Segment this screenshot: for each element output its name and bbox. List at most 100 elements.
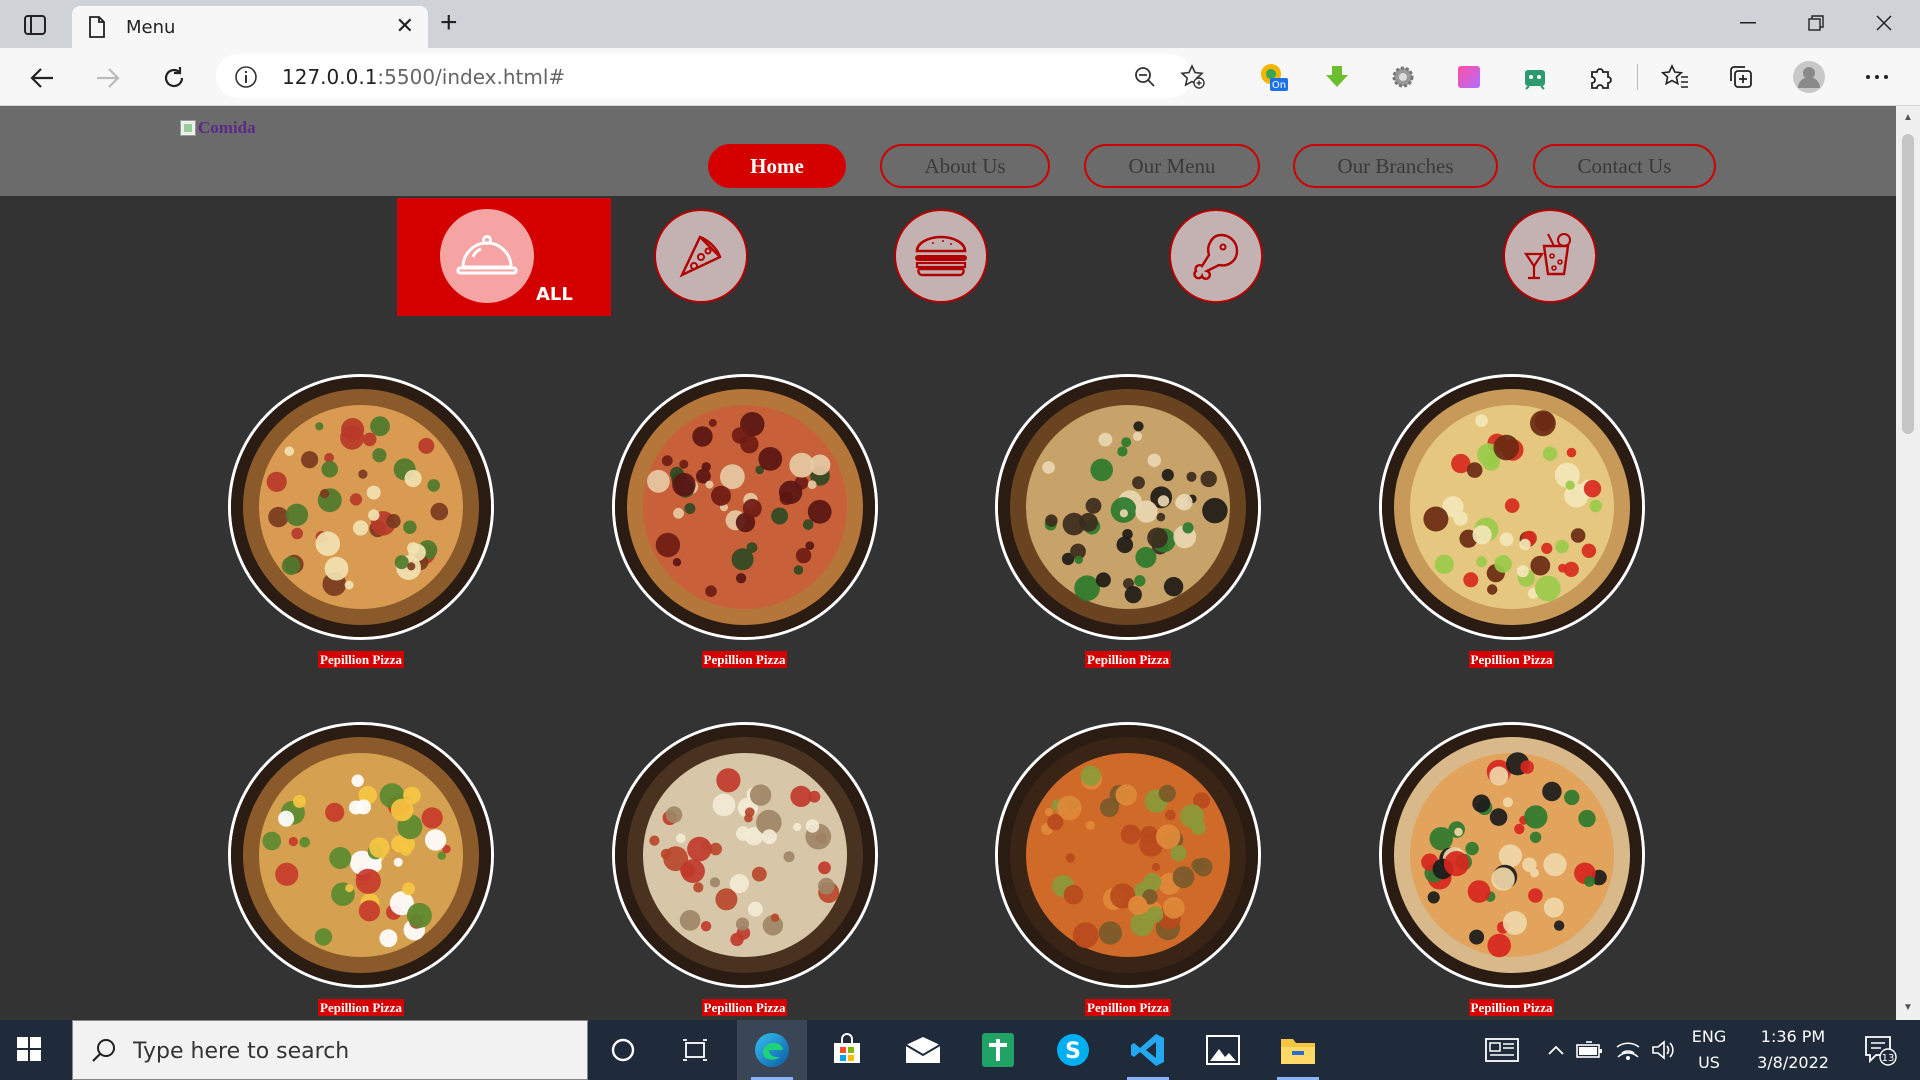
menu-item-card[interactable]: Pepillion Pizza — [995, 722, 1261, 1016]
gradient-extension-icon[interactable] — [1454, 62, 1484, 92]
task-view-icon[interactable] — [660, 1020, 730, 1080]
clock-date: 3/8/2022 — [1757, 1053, 1829, 1072]
url-host: 127.0.0.1 — [282, 65, 378, 89]
address-bar[interactable]: 127.0.0.1:5500/index.html# — [216, 54, 1205, 98]
menu-item-card[interactable]: Pepillion Pizza — [611, 722, 878, 1016]
notification-center-icon[interactable]: 13 — [1852, 1020, 1908, 1080]
battery-icon[interactable] — [1574, 1020, 1606, 1080]
new-tab-button[interactable]: + — [440, 8, 458, 38]
download-arrow-icon[interactable] — [1322, 62, 1352, 92]
menu-item-card[interactable]: Pepillion Pizza — [611, 374, 878, 668]
vscode-icon[interactable] — [1113, 1020, 1183, 1080]
skype-icon[interactable]: S — [1038, 1020, 1108, 1080]
add-favorite-icon[interactable] — [1180, 64, 1206, 90]
menu-item-label-wrap: Pepillion Pizza — [1379, 999, 1645, 1017]
search-icon — [91, 1037, 117, 1068]
menu-item-card[interactable]: Pepillion Pizza — [228, 374, 494, 668]
news-widget-icon[interactable] — [1480, 1020, 1524, 1080]
menu-item-card[interactable]: Pepillion Pizza — [1378, 722, 1645, 1016]
language-region: US — [1698, 1053, 1720, 1072]
menu-item-card[interactable]: Pepillion Pizza — [228, 722, 494, 1016]
chevron-up-icon[interactable] — [1544, 1020, 1568, 1080]
pizza-image[interactable] — [228, 722, 494, 988]
tab-close-icon[interactable]: ✕ — [396, 15, 414, 37]
pizza-image[interactable] — [611, 722, 878, 988]
menu-item-label-wrap: Pepillion Pizza — [995, 999, 1261, 1017]
refresh-icon[interactable] — [156, 60, 192, 96]
volume-icon[interactable] — [1648, 1020, 1680, 1080]
extension-badge: On — [1272, 80, 1286, 91]
coupon-on-icon[interactable]: On — [1258, 62, 1288, 92]
tab-title: Menu — [126, 17, 176, 38]
taskbar-search[interactable]: Type here to search — [72, 1020, 588, 1080]
pizza-slice-icon[interactable] — [654, 209, 748, 303]
input-language[interactable]: ENG US — [1684, 1020, 1734, 1080]
menu-item-card[interactable]: Pepillion Pizza — [1378, 374, 1645, 668]
site-info-icon[interactable] — [234, 65, 258, 94]
browser-tab-menu[interactable]: Menu ✕ — [72, 6, 428, 48]
page-icon — [88, 16, 106, 43]
menu-item-label: Pepillion Pizza — [1468, 651, 1555, 668]
collections-icon[interactable] — [1726, 62, 1756, 92]
nav-our-branches[interactable]: Our Branches — [1293, 144, 1498, 188]
menu-item-label-wrap: Pepillion Pizza — [612, 999, 878, 1017]
restore-icon[interactable] — [1796, 8, 1836, 38]
favorites-icon[interactable] — [1660, 62, 1690, 92]
photos-icon[interactable] — [1188, 1020, 1258, 1080]
tab-actions-icon[interactable] — [14, 10, 56, 40]
pizza-image[interactable] — [228, 374, 494, 640]
menu-item-label: Pepillion Pizza — [318, 999, 404, 1016]
forward-icon[interactable] — [90, 60, 126, 96]
menu-item-label: Pepillion Pizza — [1085, 651, 1171, 668]
file-explorer-icon[interactable] — [1263, 1020, 1333, 1080]
search-placeholder: Type here to search — [133, 1039, 350, 1064]
store-icon[interactable] — [812, 1020, 882, 1080]
back-icon[interactable] — [24, 60, 60, 96]
nav-contact-us[interactable]: Contact Us — [1533, 144, 1716, 188]
menu-item-label-wrap: Pepillion Pizza — [228, 999, 494, 1017]
edge-icon[interactable] — [737, 1020, 807, 1080]
page-scrollbar[interactable]: ▲ ▼ — [1896, 106, 1920, 1020]
menu-item-label: Pepillion Pizza — [1085, 999, 1171, 1016]
zoom-out-icon[interactable] — [1132, 64, 1158, 90]
gear-extension-icon[interactable] — [1388, 62, 1418, 92]
food-cloche-icon[interactable] — [440, 209, 534, 303]
browser-tab-bar: Menu ✕ + — [0, 0, 1920, 48]
pizza-image[interactable] — [1378, 374, 1645, 640]
scroll-down-icon[interactable]: ▼ — [1902, 1002, 1914, 1014]
more-icon[interactable] — [1862, 62, 1892, 92]
mail-icon[interactable] — [888, 1020, 958, 1080]
pizza-image[interactable] — [1378, 722, 1645, 988]
clock[interactable]: 1:36 PM 3/8/2022 — [1742, 1020, 1844, 1080]
cortana-icon[interactable] — [588, 1020, 658, 1080]
pizza-image[interactable] — [995, 722, 1261, 988]
nav-home[interactable]: Home — [708, 144, 846, 188]
drinks-icon[interactable] — [1503, 209, 1597, 303]
site-header: Comida Home About Us Our Menu Our Branch… — [0, 106, 1896, 196]
menu-item-label: Pepillion Pizza — [318, 651, 404, 668]
broken-image-icon — [180, 120, 196, 136]
browser-toolbar: 127.0.0.1:5500/index.html# On — [0, 48, 1920, 106]
scroll-thumb[interactable] — [1902, 134, 1914, 434]
nav-our-menu[interactable]: Our Menu — [1084, 144, 1260, 188]
window-close-icon[interactable] — [1864, 8, 1904, 38]
menu-item-card[interactable]: Pepillion Pizza — [995, 374, 1261, 668]
toolbar-divider — [1637, 64, 1638, 90]
minimize-icon[interactable] — [1728, 8, 1768, 38]
profile-avatar[interactable] — [1792, 60, 1826, 94]
menu-item-label-wrap: Pepillion Pizza — [1379, 651, 1645, 669]
burger-icon[interactable] — [894, 209, 988, 303]
puzzle-icon[interactable] — [1586, 62, 1616, 92]
wifi-icon[interactable] — [1612, 1020, 1644, 1080]
chicken-leg-icon[interactable] — [1169, 209, 1263, 303]
nav-about-us[interactable]: About Us — [880, 144, 1050, 188]
sheets-icon[interactable] — [963, 1020, 1033, 1080]
scroll-up-icon[interactable]: ▲ — [1902, 112, 1914, 124]
android-extension-icon[interactable] — [1520, 62, 1550, 92]
pizza-image[interactable] — [995, 374, 1261, 640]
windows-start-icon[interactable] — [16, 1036, 42, 1067]
url-text: 127.0.0.1:5500/index.html# — [282, 65, 565, 89]
logo[interactable]: Comida — [180, 118, 256, 138]
menu-item-label-wrap: Pepillion Pizza — [612, 651, 878, 669]
pizza-image[interactable] — [611, 374, 878, 640]
